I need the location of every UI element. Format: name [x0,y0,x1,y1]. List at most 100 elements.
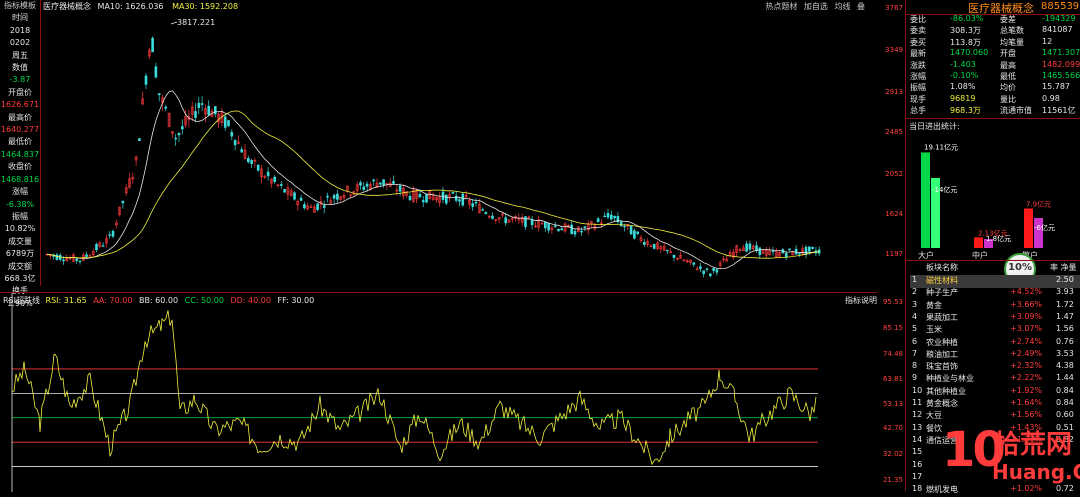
candle-body [666,249,669,252]
rank-row[interactable]: 10 其他种植业 +1.92% 0.84 [910,386,1080,399]
candle-body [283,189,286,193]
candle-body [223,116,227,128]
candle-body [247,157,250,163]
left-panel-row: 1640.277 [0,125,40,135]
quote-value: -1.403 [950,59,976,69]
candle-body [451,192,455,194]
candle-body [273,176,276,182]
rsi-cc: CC: 50.00 [184,296,224,305]
candle-body [332,194,336,199]
quote-label-2: 均笔量 [1000,37,1024,47]
candle-body [392,181,395,184]
candle-body [606,213,610,218]
price-axis-label: 2913 [885,88,903,96]
left-panel-row: 开盘价 [8,87,32,97]
candle-body [692,262,696,265]
chart-toolbar: 热点题材 加自选 均线 叠 [765,1,865,12]
candle-body [322,205,326,208]
candle-body [250,160,253,165]
rank-row[interactable]: 8 珠宝首饰 +2.32% 4.38 [910,361,1080,374]
candle-body [425,194,428,203]
quote-row: 振幅 1.08% 均价 15.787 [910,82,1078,93]
rank-row[interactable]: 11 黄金概念 +1.64% 0.84 [910,398,1080,411]
legend-name: 医疗器械概念 [43,2,91,11]
quote-value: -86.03% [950,14,984,23]
rank-name: 磁性材料 [926,276,958,285]
rsi-aa: AA: 70.00 [93,296,133,305]
rank-row[interactable]: 2 种子生产 +4.52% 3.93 [910,287,1080,300]
rsi-ff: FF: 30.00 [277,296,315,305]
candle-body [197,102,201,108]
indicator-help-button[interactable]: 指标说明 [845,295,877,306]
hot-topic-button[interactable]: 热点题材 [765,2,797,11]
candle-body [55,254,59,261]
candle-body [570,224,574,235]
flow-group-label: 大户 [918,250,934,260]
candle-body [623,225,626,228]
rsi-bb: BB: 60.00 [138,296,179,305]
rank-row[interactable]: 5 玉米 +3.07% 1.56 [910,324,1080,337]
rank-row[interactable]: 1 磁性材料 2.50 [910,275,1080,288]
candle-body [474,201,478,204]
candle-body [461,193,465,206]
candle-body [755,245,758,251]
rank-row[interactable]: 9 种植业与林业 +2.22% 1.44 [910,373,1080,386]
candle-body [708,273,712,277]
rank-n: 12 [912,410,923,420]
watermark: 10 拾荒网 Huang.CN [940,418,1080,491]
left-panel-row: 振幅 [12,211,28,221]
rank-n: 9 [912,373,918,383]
quote-label-2: 最低 [1000,72,1016,81]
rsi-axis-label: 95.53 [882,298,903,306]
rank-name: 黄金 [926,300,942,310]
candle-body [504,217,508,224]
ma-button[interactable]: 均线 [834,2,850,11]
rank-header-name: 板块名称 [926,263,958,272]
rank-name: 粮油加工 [926,349,958,359]
flow-label-big_in: 19.11亿元 [924,142,958,151]
candle-body [699,266,702,269]
rank-row[interactable]: 4 果蔬加工 +3.09% 1.47 [910,312,1080,325]
add-watch-button[interactable]: 加自选 [804,2,828,11]
divider [906,118,1080,119]
rank-n: 18 [912,484,923,494]
quote-value: 113.8万 [950,37,981,47]
candle-body [798,253,801,255]
quote-value: 968.3万 [950,106,981,116]
rank-name: 玉米 [926,325,942,335]
candle-body [543,221,547,229]
rank-row[interactable]: 3 黄金 +3.66% 1.72 [910,300,1080,313]
candle-body [164,106,168,109]
divider-2 [906,260,1080,261]
left-panel-row: 成交量 [8,236,32,246]
left-panel-row: 指标模板 [4,1,36,10]
candle-body [788,248,791,251]
candle-body [421,200,425,203]
rank-turn: 0.84 [1056,398,1074,407]
quote-row: 涨跌 -1.403 最高 1482.099 [910,59,1080,71]
candle-body [240,149,243,153]
quote-value-2: 0.98 [1042,93,1060,103]
ma30-line [46,110,820,259]
kline-chart[interactable]: 医疗器械概念 MA10: 1626.036 MA30: 1592.208 热点题… [41,0,877,292]
rank-n: 5 [912,324,918,334]
left-panel-row: 收盘价 [8,162,32,172]
candle-body [293,192,296,200]
candle-body [784,253,788,258]
peak-price-label: 3817.221 [177,18,216,27]
rank-turn: 1.56 [1056,324,1074,334]
rank-chg: +1.64% [1010,398,1043,407]
left-panel-row: 成交额 [8,261,32,271]
rank-row[interactable]: 6 农业种植 +2.74% 0.76 [910,337,1080,350]
quote-value-2: 1471.307 [1042,48,1080,58]
quote-row: 总手 968.3万 流通市值 11561亿 [910,105,1078,116]
candle-body [444,194,448,204]
rank-turn: 1.44 [1056,373,1074,383]
candle-body [705,268,709,271]
rank-row[interactable]: 7 粮油加工 +2.49% 3.53 [910,349,1080,362]
candle-body [745,243,748,252]
kline-svg [45,21,821,278]
overlay-button[interactable]: 叠 [857,2,865,11]
candle-body [672,254,676,258]
rsi-chart[interactable]: RSI超跌线 RSI: 31.65 AA: 70.00 BB: 60.00 CC… [0,292,877,492]
